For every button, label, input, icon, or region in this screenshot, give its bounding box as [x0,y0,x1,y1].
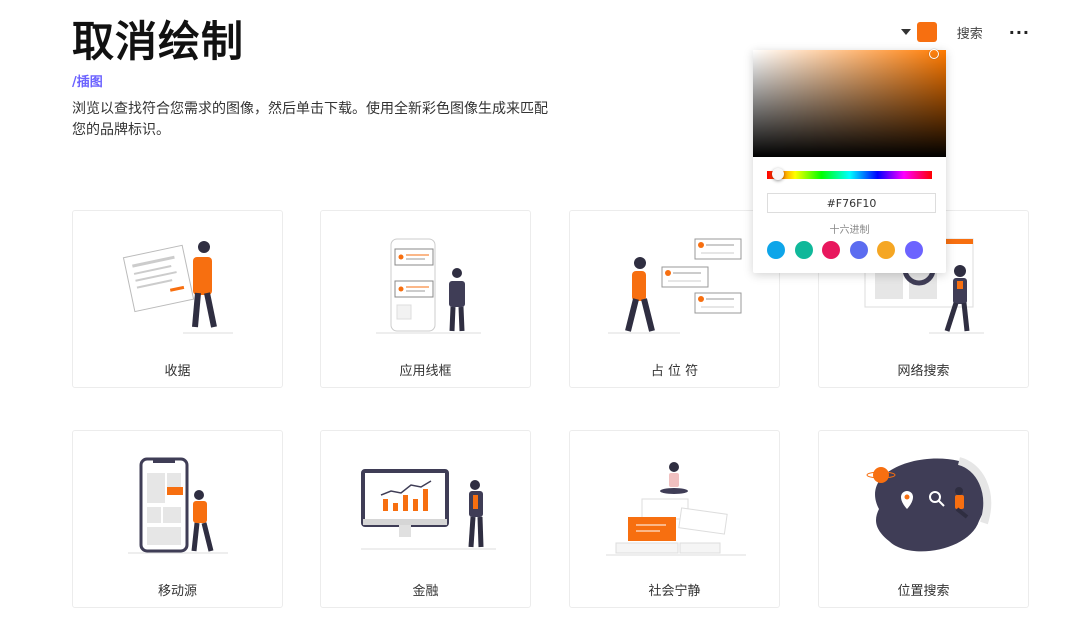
illustration-card-receipt[interactable]: 收据 [72,210,283,388]
finance-illustration [361,469,496,550]
social-serenity-illustration [606,462,746,556]
card-label: 应用线框 [399,364,452,379]
card-label: 位置搜索 [897,584,950,599]
saturation-area[interactable] [753,49,946,157]
preset-color-swatch[interactable] [877,241,895,259]
hue-slider-handle[interactable] [772,168,784,180]
card-label: 占 位 符 [650,364,699,379]
receipt-illustration [122,241,233,334]
preset-color-swatch[interactable] [904,241,923,259]
location-search-illustration [866,457,992,552]
app-wireframe-illustration [376,238,481,334]
more-menu-icon[interactable]: ··· [1009,23,1030,42]
illustration-card-placeholders[interactable]: 占 位 符 [569,210,780,388]
card-label: 收据 [164,364,191,379]
mobile-feed-illustration [128,457,228,554]
card-label: 金融 [412,584,439,599]
preset-color-swatch[interactable] [794,241,813,259]
saturation-handle[interactable] [929,49,939,59]
breadcrumb-illustrations[interactable]: /插图 [72,71,103,90]
preset-color-swatch[interactable] [822,241,840,259]
illustration-card-location-search[interactable]: 位置搜索 [818,430,1029,608]
top-toolbar: 搜索 ··· [900,22,1030,42]
placeholders-illustration [608,238,742,334]
illustration-card-app-wireframe[interactable]: 应用线框 [320,210,531,388]
page-description: 浏览以查找符合您需求的图像，然后单击下载。使用全新彩色图像生成来匹配您的品牌标识… [72,101,548,138]
hue-slider[interactable] [767,168,932,180]
card-label: 社会宁静 [648,584,701,599]
preset-color-swatch[interactable] [767,241,785,259]
hex-label: 十六进制 [829,225,870,236]
page-title: 取消绘制 [72,17,245,66]
preset-color-swatches [767,241,932,259]
card-label: 移动源 [157,584,197,599]
search-link[interactable]: 搜索 [957,23,983,42]
color-swatch-button[interactable] [916,22,937,42]
preset-color-swatch[interactable] [849,241,868,259]
hex-color-input[interactable] [767,193,936,213]
illustration-card-finance[interactable]: 金融 [320,430,531,608]
illustration-card-social-serenity[interactable]: 社会宁静 [569,430,780,608]
card-label: 网络搜索 [897,364,950,379]
illustration-card-mobile-feed[interactable]: 移动源 [72,430,283,608]
color-dropdown-caret-icon[interactable] [900,29,911,35]
color-picker-popover: 十六进制 [753,49,946,273]
